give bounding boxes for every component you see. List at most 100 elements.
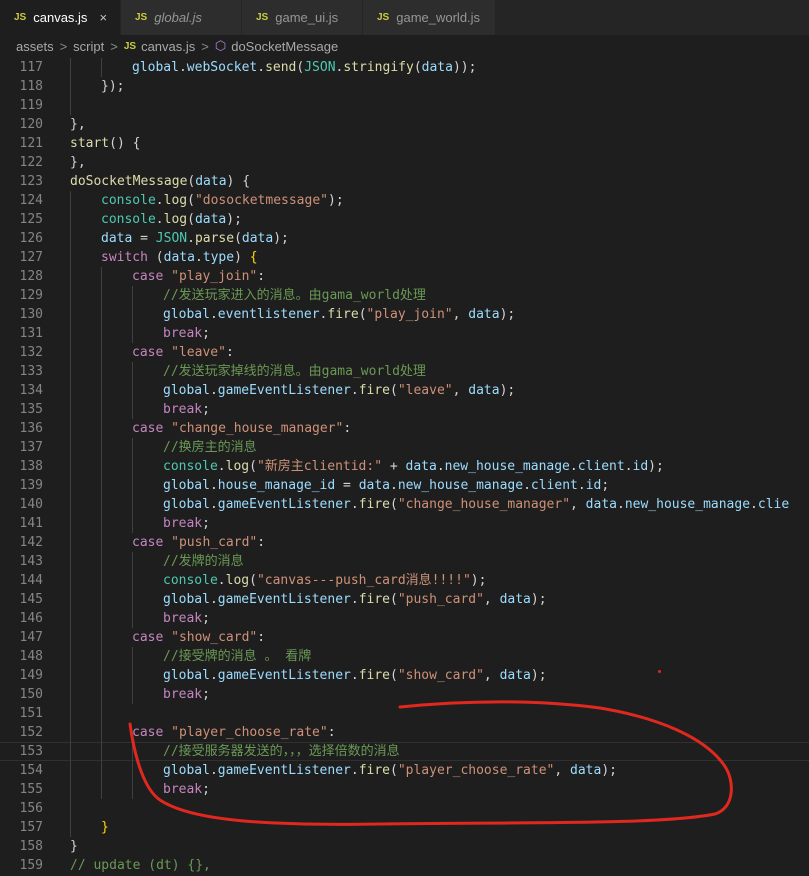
indent-guide [70,590,71,609]
code-line[interactable]: 134 global.gameEventListener.fire("leave"… [0,381,809,400]
code-token: ) [234,250,250,265]
indent-guide [101,552,102,571]
code-text: break; [163,780,210,799]
code-line[interactable]: 150 break; [0,685,809,704]
code-line[interactable]: 153 //接受服务器发送的，，，选择倍数的消息 [0,742,809,761]
code-text: case "show_card": [132,628,265,647]
code-token: break [163,516,203,531]
js-file-icon: JS [377,12,390,23]
indent-guide [132,305,133,324]
close-icon[interactable]: × [99,10,107,25]
code-line[interactable]: 143 //发牌的消息 [0,552,809,571]
code-line[interactable]: 124 console.log("dosocketmessage"); [0,191,809,210]
code-token: . [577,478,586,493]
code-line[interactable]: 158} [0,837,809,856]
code-token: fire [358,668,390,683]
code-line[interactable]: 127 switch (data.type) { [0,248,809,267]
breadcrumb-item-assets[interactable]: assets [16,39,54,54]
code-token: JSON [304,60,336,75]
code-token: client [577,459,625,474]
code-line[interactable]: 133 //发送玩家掉线的消息。由gama_world处理 [0,362,809,381]
code-line[interactable]: 121 start() { [0,134,809,153]
chevron-right-icon: > [110,38,118,54]
code-line[interactable]: 145 global.gameEventListener.fire("push_c… [0,590,809,609]
code-line[interactable]: 126 data = JSON.parse(data); [0,229,809,248]
code-line[interactable]: 152 case "player_choose_rate": [0,723,809,742]
code-token: : [257,630,266,645]
indent-guide [101,324,102,343]
code-editor[interactable]: 117 global.webSocket.send(JSON.stringify(… [0,58,809,876]
indent-guide [70,704,71,723]
indent-guide [70,77,71,96]
indent-guide [132,761,133,780]
line-number: 141 [19,516,43,531]
indent-guide [70,628,71,647]
indent-guide [70,799,71,818]
code-line[interactable]: 119 [0,96,809,115]
code-line[interactable]: 139 global.house_manage_id = data.new_hou… [0,476,809,495]
code-line[interactable]: 138 console.log("新房主clientid:" + data.new… [0,457,809,476]
cube-icon: ⬡ [214,38,227,53]
code-text: case "play_join": [132,267,265,286]
tab-global-js[interactable]: JS global.js [121,0,242,35]
code-line[interactable]: 135 break; [0,400,809,419]
code-line[interactable]: 149 global.gameEventListener.fire("show_c… [0,666,809,685]
indent-guide [101,267,102,286]
breadcrumb-item-file[interactable]: canvas.js [141,39,195,54]
code-token: . [194,250,203,265]
code-line[interactable]: 155 break; [0,780,809,799]
indent-guide [101,58,102,77]
code-line[interactable]: 157} [0,818,809,837]
indent-guide [132,381,133,400]
indent-guide [132,666,133,685]
code-line[interactable]: 117 global.webSocket.send(JSON.stringify(… [0,58,809,77]
code-line[interactable]: 156 [0,799,809,818]
code-line[interactable]: 118}); [0,77,809,96]
breadcrumb-item-script[interactable]: script [73,39,104,54]
code-line[interactable]: 151 [0,704,809,723]
code-line[interactable]: 125 console.log(data); [0,210,809,229]
indent-guide [101,457,102,476]
code-line[interactable]: 159 // update (dt) {}, [0,856,809,875]
code-line[interactable]: 141 break; [0,514,809,533]
code-line[interactable]: 137 //换房主的消息 [0,438,809,457]
breadcrumb-item-symbol[interactable]: doSocketMessage [231,39,338,54]
code-token: gameEventListener [217,497,351,512]
code-token: case [132,269,164,284]
line-number: 151 [19,706,43,721]
code-line[interactable]: 144 console.log("canvas---push_card消息!!!!… [0,571,809,590]
tab-game_world-js[interactable]: JS game_world.js [363,0,496,35]
code-line[interactable]: 146 break; [0,609,809,628]
code-line[interactable]: 148 //接受牌的消息 。 看牌 [0,647,809,666]
code-line[interactable]: 140 global.gameEventListener.fire("change… [0,495,809,514]
code-line[interactable]: 128 case "play_join": [0,267,809,286]
code-token: global [163,592,210,607]
code-token: . [209,307,218,322]
code-text: break; [163,514,210,533]
code-line[interactable]: 122}, [0,153,809,172]
code-line[interactable]: 136 case "change_house_manager": [0,419,809,438]
code-line[interactable]: 129 //发送玩家进入的消息。由gama_world处理 [0,286,809,305]
code-line[interactable]: 120}, [0,115,809,134]
tab-game_ui-js[interactable]: JS game_ui.js [242,0,363,35]
code-token: . [187,231,195,246]
code-token: ( [413,60,422,75]
code-token: case [132,421,164,436]
code-token: . [209,763,218,778]
code-line[interactable]: 142 case "push_card": [0,533,809,552]
code-token: ); [499,383,516,398]
code-line[interactable]: 132 case "leave": [0,343,809,362]
code-token: "canvas---push_card消息!!!!" [256,573,471,588]
code-token: new_house_manage [624,497,751,512]
code-line[interactable]: 123 doSocketMessage(data) { [0,172,809,191]
indent-guide [132,685,133,704]
code-token: . [569,459,578,474]
code-line[interactable]: 147 case "show_card": [0,628,809,647]
code-token: }, [70,117,86,132]
code-line[interactable]: 130 global.eventlistener.fire("play_join"… [0,305,809,324]
code-token: start [70,136,110,151]
code-line[interactable]: 131 break; [0,324,809,343]
tab-canvas-js[interactable]: JS canvas.js × [0,0,121,35]
code-line[interactable]: 154 global.gameEventListener.fire("player… [0,761,809,780]
